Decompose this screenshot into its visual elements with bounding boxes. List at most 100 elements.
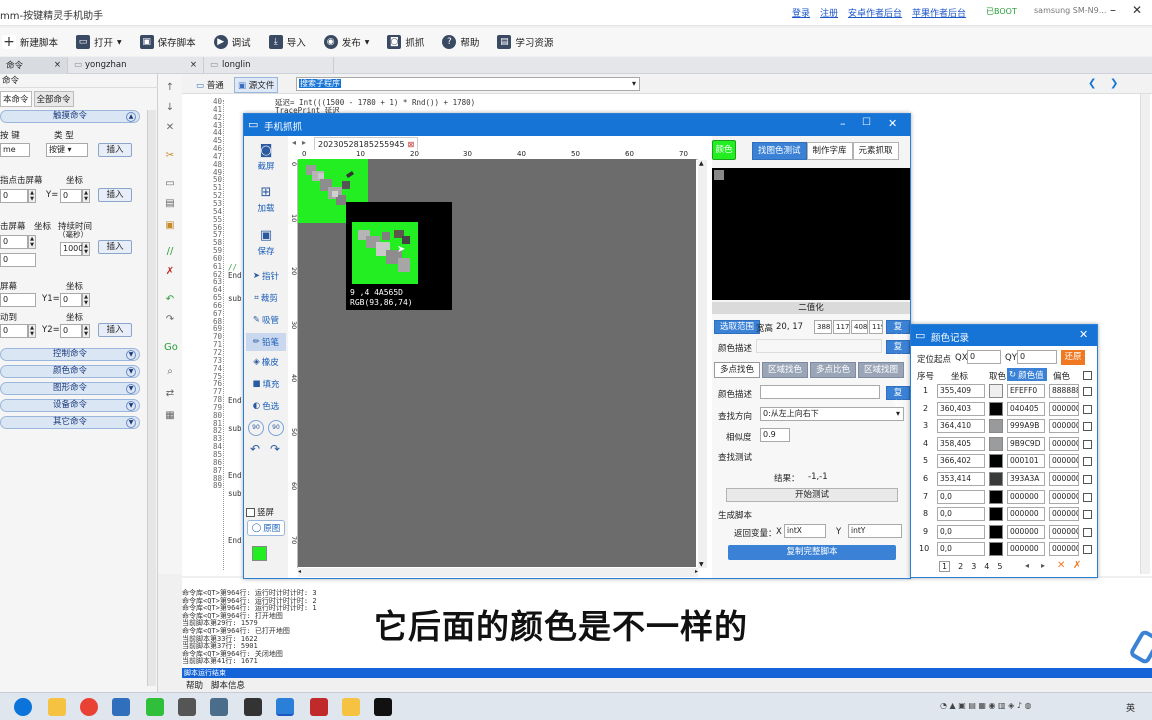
similarity-input[interactable]: 0.9 <box>760 428 790 442</box>
app-icon[interactable] <box>178 698 196 716</box>
tab-script-info[interactable]: 脚本信息 <box>211 679 245 691</box>
tray-icons[interactable]: ◔ ▲ ▣ ▤ ▦ ◉ ▥ ◈ ♪ ◍ <box>940 701 1031 710</box>
color-row[interactable]: 5 366,402 000101 000000 <box>911 453 1097 471</box>
goto-icon[interactable]: Go <box>164 342 178 354</box>
tab-source[interactable]: ▣ 源文件 <box>234 77 279 93</box>
next-page-icon[interactable]: ▸ <box>1041 561 1045 570</box>
ios-author-link[interactable]: 苹果作者后台 <box>912 6 966 19</box>
debug-button[interactable]: ▶ 调试 <box>213 35 251 49</box>
coord-input[interactable]: 360,403 <box>937 401 985 416</box>
uncomment-icon[interactable]: ✗ <box>164 266 176 278</box>
offset-input[interactable]: 000000 <box>1049 472 1079 486</box>
press-x-spinner[interactable]: ▲ ▼ <box>28 235 36 249</box>
x-spinner[interactable]: ▲ ▼ <box>28 189 36 203</box>
code-sub[interactable]: sub <box>228 424 242 433</box>
subroutine-select[interactable]: 搜索子程序 ▾ <box>296 77 640 91</box>
delete-icon[interactable]: ✕ <box>164 122 176 134</box>
copy-button[interactable]: 复制 <box>886 386 910 410</box>
scrollbar[interactable] <box>147 110 156 686</box>
close-icon[interactable]: × <box>190 60 197 70</box>
code-end[interactable]: End <box>228 271 242 280</box>
offset-input[interactable]: 000000 <box>1049 524 1079 539</box>
color-value-input[interactable]: 393A3A <box>1007 472 1045 486</box>
coord-input[interactable]: 0,0 <box>937 524 985 539</box>
coord-input[interactable]: 0,0 <box>937 507 985 522</box>
image-icon[interactable]: ▦ <box>164 410 176 422</box>
section-graphic[interactable]: 图形命令 ▼ <box>0 382 140 395</box>
row-checkbox[interactable] <box>1083 545 1092 555</box>
range-y1[interactable]: 117 <box>833 320 850 334</box>
close-icon[interactable]: ✕ <box>888 117 897 130</box>
copy-button[interactable]: 复制 <box>886 320 910 344</box>
insert-button[interactable]: 插入 <box>98 188 132 202</box>
color-button[interactable]: 颜色 <box>712 140 736 160</box>
tab-command[interactable]: 命令 × <box>0 56 68 74</box>
coord-input[interactable]: 353,414 <box>937 472 985 486</box>
color-value-input[interactable]: 000000 <box>1007 507 1045 522</box>
x-input[interactable]: 0 <box>0 189 28 203</box>
minimize-icon[interactable]: – <box>840 117 846 130</box>
capture-app-icon[interactable] <box>276 698 294 716</box>
copy-icon[interactable]: ▭ <box>164 178 176 190</box>
section-control[interactable]: 控制命令 ▼ <box>0 348 140 361</box>
x1-input[interactable]: 0 <box>0 293 36 307</box>
cut-icon[interactable]: ✂ <box>164 150 176 162</box>
color-value-header[interactable]: ↻ 颜色值 <box>1007 368 1047 381</box>
color-row[interactable]: 1 355,409 EFEFF0 888888 <box>911 383 1097 401</box>
clipboard-icon[interactable]: ▣ <box>164 220 176 232</box>
coord-input[interactable]: 0,0 <box>937 542 985 557</box>
chrome-icon[interactable] <box>80 698 98 716</box>
captured-image[interactable]: ➤ 9 ,4 4A565D RGB(93,86,74) <box>298 159 696 567</box>
pointer-tool[interactable]: ➤ 指针 <box>246 270 286 282</box>
color-value-input[interactable]: 000000 <box>1007 542 1045 557</box>
vertical-checkbox[interactable]: 竖屏 <box>246 506 274 518</box>
insert-button[interactable]: 插入 <box>98 240 132 254</box>
duration-spinner[interactable]: ▲ ▼ <box>82 242 90 256</box>
close-icon[interactable]: × <box>54 60 61 70</box>
y1-spinner[interactable]: ▲ ▼ <box>82 293 90 307</box>
ime-indicator[interactable]: 英 <box>1126 701 1135 714</box>
tab-next-icon[interactable]: ▸ <box>302 138 306 147</box>
type-select[interactable]: 按键 ▾ <box>46 143 88 157</box>
register-link[interactable]: 注册 <box>820 6 838 19</box>
tab-yongzhan[interactable]: ▭ yongzhan × <box>68 56 204 74</box>
original-image-button[interactable]: ◯ 原图 <box>247 520 285 536</box>
row-checkbox[interactable] <box>1083 439 1092 449</box>
offset-input[interactable]: 000000 <box>1049 419 1079 434</box>
editor-scrollbar[interactable] <box>1140 94 1150 574</box>
row-checkbox[interactable] <box>1083 387 1092 396</box>
qy-input[interactable]: 0 <box>1017 350 1057 364</box>
offset-input[interactable]: 000000 <box>1049 401 1079 416</box>
minimize-icon[interactable]: – <box>1102 3 1124 17</box>
color-row[interactable]: 3 364,410 999A9B 000000 <box>911 418 1097 436</box>
row-checkbox[interactable] <box>1083 510 1092 520</box>
key-select[interactable]: me <box>0 143 30 157</box>
select-all-checkbox[interactable] <box>1083 371 1092 380</box>
row-checkbox[interactable] <box>1083 527 1092 537</box>
next-icon[interactable]: ❯ <box>1110 78 1118 89</box>
row-checkbox[interactable] <box>1083 422 1092 432</box>
wechat-icon[interactable] <box>146 698 164 716</box>
press-y-input[interactable]: 0 <box>0 253 36 267</box>
edge-icon[interactable] <box>14 698 32 716</box>
tab-element-capture[interactable]: 元素抓取 <box>852 142 899 160</box>
row-checkbox[interactable] <box>1083 404 1092 414</box>
maximize-icon[interactable]: ☐ <box>862 117 871 128</box>
duration-input[interactable]: 1000 <box>60 242 83 256</box>
coord-input[interactable]: 364,410 <box>937 419 985 434</box>
color-row[interactable]: 4 358,405 9B9C9D 000000 <box>911 436 1097 454</box>
tab-find-color-test[interactable]: 找图色测试 <box>752 142 807 160</box>
page-5[interactable]: 5 <box>997 562 1002 571</box>
capcut-icon[interactable] <box>374 698 392 716</box>
multi-point-find-button[interactable]: 多点找色 <box>714 362 761 378</box>
save-script-button[interactable]: ▣ 保存脚本 <box>139 35 196 49</box>
copy-button[interactable]: 复制 <box>886 340 910 364</box>
section-device[interactable]: 设备命令 ▼ <box>0 399 140 412</box>
y2-spinner[interactable]: ▲ ▼ <box>82 324 90 338</box>
prev-icon[interactable]: ❮ <box>1088 78 1096 89</box>
open-button[interactable]: ▭ 打开 ▼ <box>76 35 122 49</box>
color-row[interactable]: 2 360,403 040405 000000 <box>911 401 1097 419</box>
code-end[interactable]: End <box>228 471 242 480</box>
region-find-color-button[interactable]: 区域找色 <box>762 362 809 378</box>
fill-tool[interactable]: ■ 填充 <box>246 378 286 390</box>
